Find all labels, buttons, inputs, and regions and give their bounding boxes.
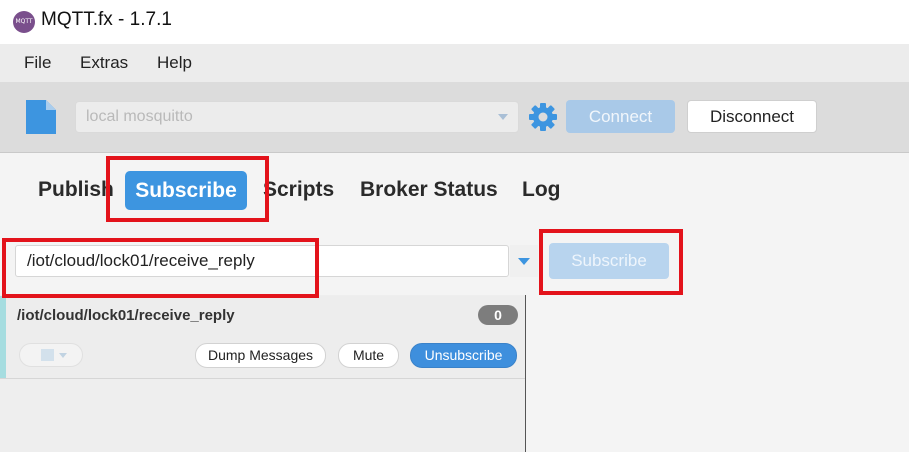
tab-broker-status[interactable]: Broker Status: [360, 178, 498, 202]
message-count-badge: 0: [478, 305, 518, 325]
tab-scripts[interactable]: Scripts: [263, 178, 334, 202]
connect-button[interactable]: Connect: [566, 100, 675, 133]
chevron-down-icon[interactable]: [518, 258, 530, 265]
highlight-box-tab: [106, 156, 269, 222]
panel-divider[interactable]: [525, 295, 526, 452]
menu-extras[interactable]: Extras: [80, 53, 128, 73]
color-swatch: [41, 349, 54, 361]
menu-file[interactable]: File: [24, 53, 51, 73]
window-title: MQTT.fx - 1.7.1: [41, 9, 172, 30]
chevron-down-icon: [59, 353, 67, 358]
disconnect-button[interactable]: Disconnect: [687, 100, 817, 133]
menu-help[interactable]: Help: [157, 53, 192, 73]
dropdown-arrow-icon[interactable]: [498, 114, 508, 120]
unsubscribe-button[interactable]: Unsubscribe: [410, 343, 517, 368]
mute-button[interactable]: Mute: [338, 343, 399, 368]
dump-messages-button[interactable]: Dump Messages: [195, 343, 326, 368]
menu-bar: File Extras Help: [0, 44, 909, 82]
app-logo-icon: MQTT fx: [13, 11, 35, 47]
subscription-topic: /iot/cloud/lock01/receive_reply: [17, 307, 235, 324]
tab-log[interactable]: Log: [522, 178, 560, 202]
gear-icon[interactable]: [528, 102, 558, 132]
document-icon[interactable]: [26, 100, 56, 134]
tab-publish[interactable]: Publish: [38, 178, 114, 202]
subscription-color-bar: [0, 296, 6, 378]
highlight-box-subscribe: [539, 229, 683, 295]
connection-profile-value: local mosquitto: [86, 108, 193, 125]
highlight-box-topic: [2, 238, 319, 298]
